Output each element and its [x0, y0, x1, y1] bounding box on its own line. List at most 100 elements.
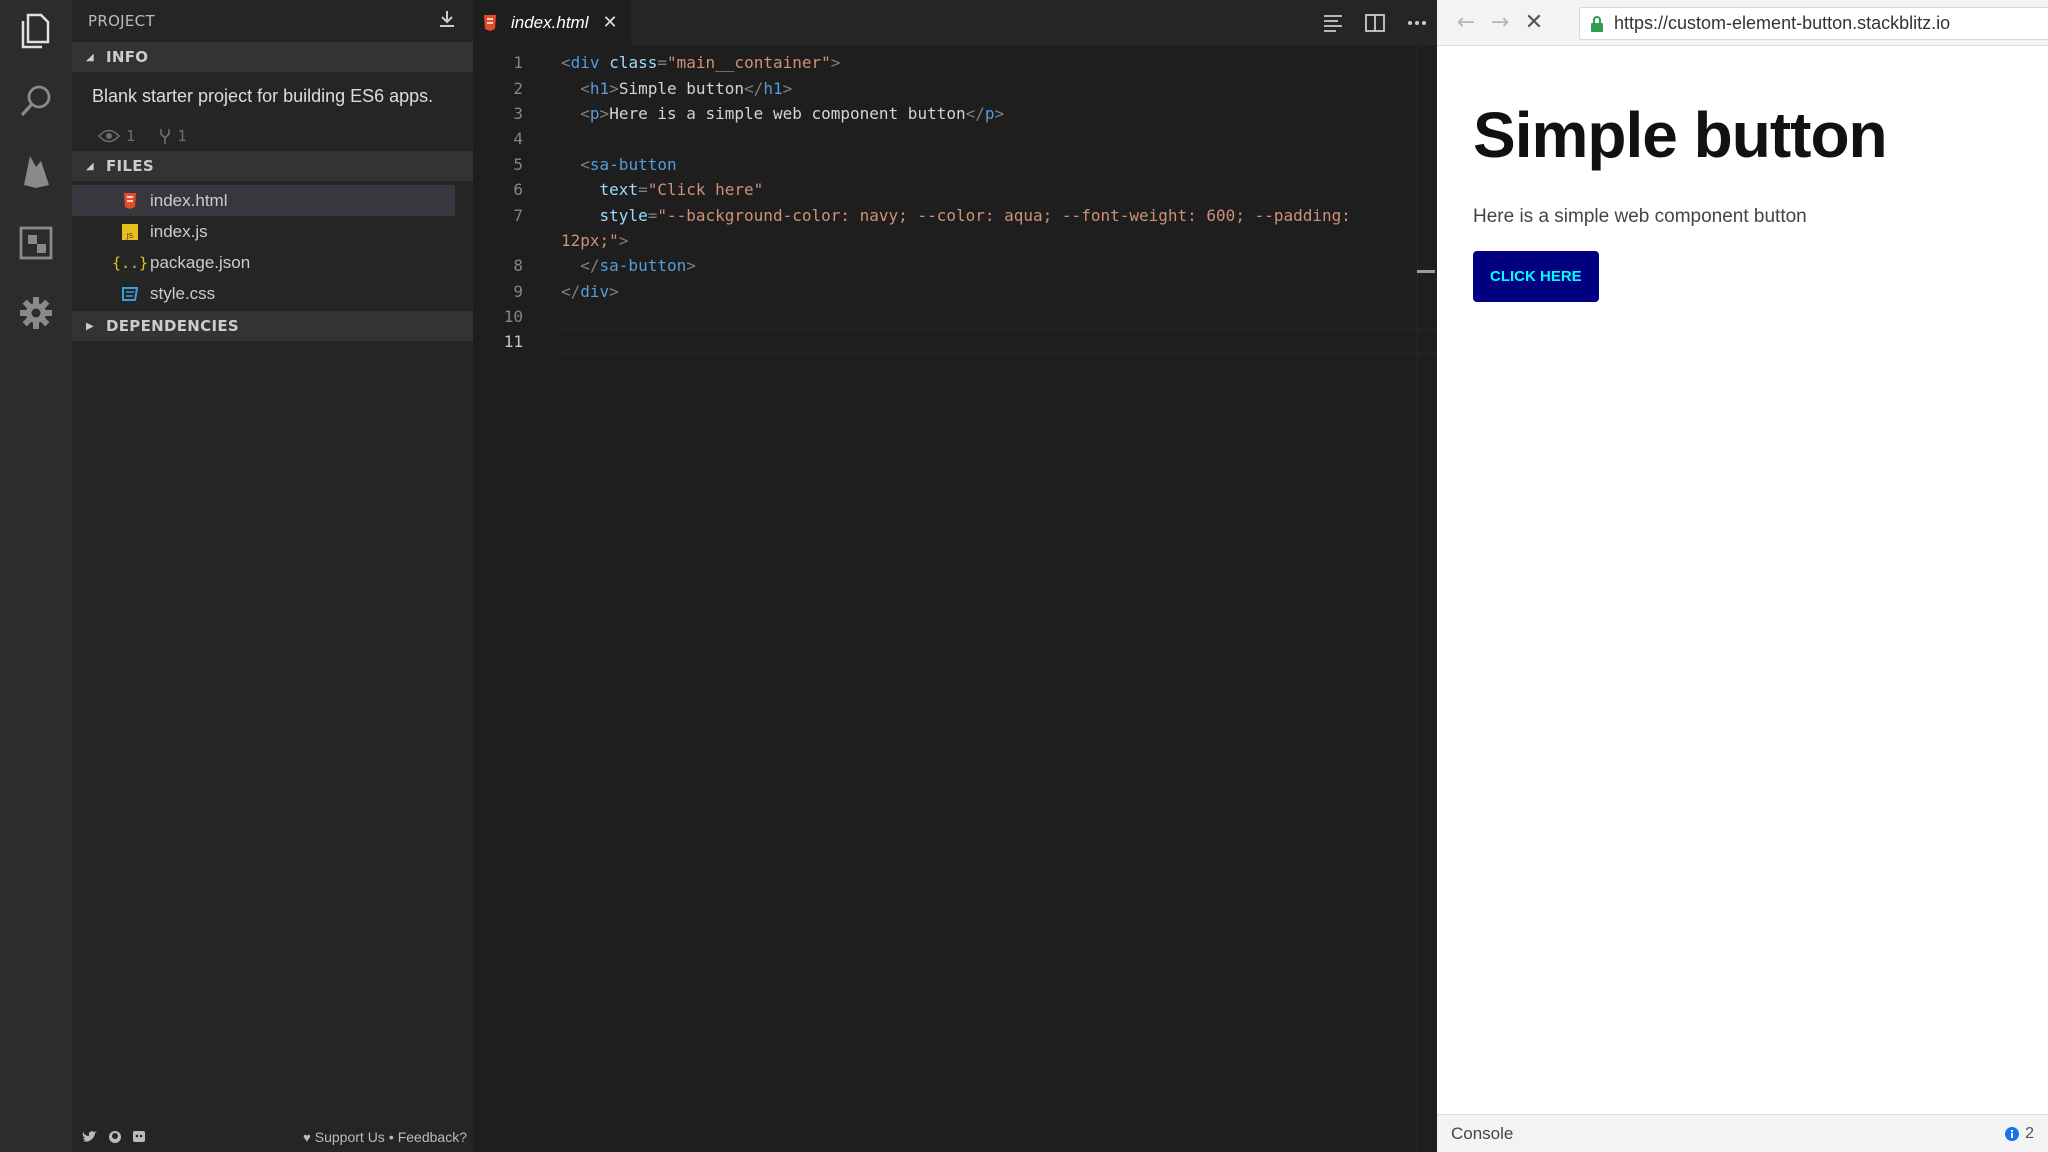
code-line-wrap: 12px;"> [561, 230, 629, 250]
project-title: PROJECT [88, 12, 155, 30]
code-line: 4 [473, 126, 1437, 151]
back-arrow-icon[interactable]: ← [1449, 10, 1483, 35]
scrollbar-thumb[interactable] [1417, 270, 1435, 273]
code-line: 6 text="Click here" [473, 177, 1437, 202]
fork-icon [159, 129, 170, 144]
click-here-button[interactable]: Click here [1473, 251, 1599, 302]
file-style-css[interactable]: style.css [72, 278, 455, 309]
scrollbar-track [1417, 45, 1418, 1152]
files-section-header[interactable]: ◢ FILES [72, 151, 473, 181]
browser-toolbar: ← → ✕ https://custom-element-button.stac… [1437, 0, 2048, 46]
heart-icon: ♥ [303, 1129, 311, 1145]
code-line: 2 <h1>Simple button</h1> [473, 75, 1437, 100]
sidebar: PROJECT ◢ INFO Blank starter project for… [72, 0, 473, 1152]
close-tab-icon[interactable]: ✕ [602, 12, 617, 33]
current-code-line: 11 [473, 329, 1437, 355]
github-icon[interactable] [108, 1130, 122, 1144]
firebase-icon[interactable] [17, 152, 55, 190]
activity-bar [0, 0, 72, 1152]
editor-actions [1323, 0, 1427, 45]
info-icon [2005, 1126, 2020, 1141]
collapse-triangle-icon: ◢ [86, 160, 94, 172]
line-number: 9 [513, 281, 523, 301]
more-actions-icon[interactable] [1407, 20, 1427, 26]
tab-label: index.html [511, 12, 589, 32]
line-number: 8 [513, 256, 523, 276]
code-area[interactable]: 1 <div class="main__container"> 2 <h1>Si… [473, 50, 1437, 355]
search-icon[interactable] [17, 82, 55, 120]
line-number: 10 [503, 307, 523, 327]
code-editor: index.html ✕ 1 <div class="main__contain… [473, 0, 1437, 1152]
code-line: 1 <div class="main__container"> [473, 50, 1437, 75]
file-package-json[interactable]: {..} package.json [72, 247, 455, 278]
file-name: style.css [150, 283, 216, 303]
project-description: Blank starter project for building ES6 a… [92, 86, 434, 106]
line-number: 1 [513, 53, 523, 73]
file-index-html[interactable]: index.html [72, 185, 455, 216]
css-file-icon [118, 284, 142, 304]
file-name: package.json [150, 252, 251, 272]
html-file-icon [483, 14, 503, 32]
console-label: Console [1451, 1123, 1514, 1143]
line-number: 5 [513, 154, 523, 174]
info-section-label: INFO [106, 48, 149, 66]
twitter-icon[interactable] [82, 1130, 98, 1144]
tab-index-html[interactable]: index.html ✕ [473, 0, 631, 45]
js-file-icon: JS [118, 222, 142, 242]
footer-separator: • [388, 1129, 394, 1145]
file-index-js[interactable]: JS index.js [72, 216, 455, 247]
console-bar[interactable]: Console 2 [1437, 1114, 2048, 1152]
files-icon[interactable] [17, 12, 55, 50]
html-file-icon [118, 191, 142, 211]
code-line: 7 style="--background-color: navy; --col… [473, 202, 1437, 227]
page-content: Simple button Here is a simple web compo… [1437, 98, 2048, 302]
editor-tabbar: index.html ✕ [473, 0, 1437, 45]
code-line: 3 <p>Here is a simple web component butt… [473, 101, 1437, 126]
page-paragraph: Here is a simple web component button [1473, 206, 1807, 227]
json-file-icon: {..} [111, 253, 149, 272]
views-count: 1 [126, 127, 136, 145]
format-icon[interactable] [1323, 14, 1343, 32]
line-number: 2 [513, 78, 523, 98]
address-bar[interactable]: https://custom-element-button.stackblitz… [1579, 7, 2048, 40]
collapse-triangle-icon: ◢ [86, 51, 94, 63]
code-line: 9 </div> [473, 279, 1437, 304]
line-number: 3 [513, 103, 523, 123]
split-editor-icon[interactable] [1365, 13, 1385, 32]
info-count: 2 [2025, 1124, 2034, 1142]
file-name: index.html [150, 190, 228, 210]
feedback-link[interactable]: Feedback? [398, 1129, 467, 1145]
views-stat: 1 [98, 121, 136, 151]
browser-preview: ← → ✕ https://custom-element-button.stac… [1437, 0, 2048, 1152]
project-header: PROJECT [72, 0, 473, 42]
line-number: 6 [513, 180, 523, 200]
gear-icon[interactable] [17, 294, 55, 332]
info-section-header[interactable]: ◢ INFO [72, 42, 473, 72]
url-text: https://custom-element-button.stackblitz… [1614, 13, 1951, 33]
svg-text:JS: JS [126, 232, 134, 240]
forks-stat: 1 [158, 121, 188, 151]
code-line: 5 <sa-button [473, 152, 1437, 177]
current-line-highlight [561, 329, 1437, 355]
eye-icon [98, 129, 120, 143]
files-section-label: FILES [106, 157, 154, 175]
code-line: 8 </sa-button> [473, 253, 1437, 278]
dependencies-section-header[interactable]: ▶ DEPENDENCIES [72, 311, 473, 341]
code-line: 10 [473, 304, 1437, 329]
discord-icon[interactable] [132, 1130, 146, 1144]
page-heading: Simple button [1473, 99, 1888, 171]
file-name: index.js [150, 221, 208, 241]
forward-arrow-icon[interactable]: → [1483, 10, 1517, 35]
expand-triangle-icon: ▶ [86, 320, 94, 332]
support-link[interactable]: Support Us [315, 1129, 385, 1145]
forks-count: 1 [177, 127, 188, 145]
line-number: 11 [503, 332, 523, 352]
stop-loading-icon[interactable]: ✕ [1517, 10, 1551, 35]
download-icon[interactable] [437, 9, 457, 33]
dependencies-section-label: DEPENDENCIES [106, 317, 239, 335]
sidebar-footer: ♥ Support Us • Feedback? [72, 1122, 473, 1152]
lock-icon [1590, 15, 1604, 32]
line-number: 4 [513, 129, 523, 149]
console-info-count[interactable]: 2 [2005, 1125, 2034, 1143]
deploy-icon[interactable] [17, 224, 55, 262]
